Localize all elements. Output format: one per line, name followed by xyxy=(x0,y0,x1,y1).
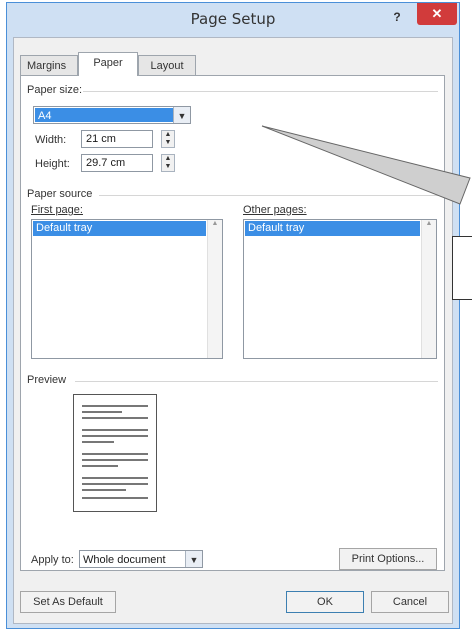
callout-arrow xyxy=(261,125,471,205)
tab-paper[interactable]: Paper xyxy=(78,52,138,76)
callout-box xyxy=(452,236,472,300)
